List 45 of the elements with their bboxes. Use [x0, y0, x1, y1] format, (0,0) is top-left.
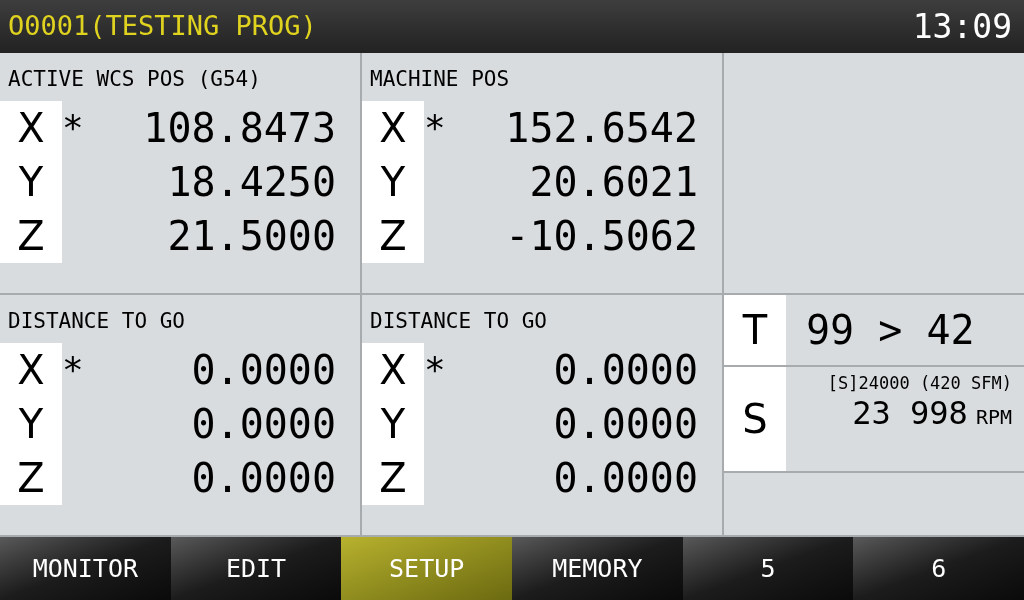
spindle-speed: 23 998 — [852, 395, 968, 431]
axis-value: 0.0000 — [191, 346, 336, 395]
axis-label: X — [16, 346, 46, 395]
axis-label: Y — [17, 158, 45, 207]
axis-label: X — [16, 104, 46, 153]
program-name: O0001(TESTING PROG) — [8, 9, 317, 44]
axis-value: 0.0000 — [191, 454, 336, 503]
axis-value: 152.6542 — [505, 104, 698, 153]
axis-value: 21.5000 — [167, 212, 336, 261]
tool-change: 99 > 42 — [805, 306, 975, 355]
panel-title: DISTANCE TO GO — [369, 308, 547, 335]
panel-title: DISTANCE TO GO — [7, 308, 185, 335]
active-axis-marker: * — [424, 106, 446, 150]
axis-label: Y — [17, 400, 45, 449]
axis-value: 0.0000 — [553, 454, 698, 503]
axis-value: 18.4250 — [167, 158, 336, 207]
softkey-button[interactable]: MONITOR — [0, 537, 171, 600]
axis-value: 20.6021 — [529, 158, 698, 207]
axis-label: Y — [379, 158, 407, 207]
axis-label: X — [378, 346, 408, 395]
axis-label: Z — [16, 212, 46, 261]
softkey-button[interactable]: MEMORY — [512, 537, 683, 600]
softkey-button[interactable]: 5 — [682, 537, 854, 600]
panel-title: ACTIVE WCS POS (G54) — [7, 66, 261, 93]
softkey-button[interactable]: EDIT — [170, 537, 342, 600]
axis-label: Y — [379, 400, 407, 449]
axis-value: 0.0000 — [553, 400, 698, 449]
panel-title: MACHINE POS — [369, 66, 510, 93]
spindle-command: [S]24000 (420 SFM) — [827, 372, 1012, 395]
axis-value: 0.0000 — [553, 346, 698, 395]
axis-value: 0.0000 — [191, 400, 336, 449]
active-axis-marker: * — [62, 106, 84, 150]
axis-label: Z — [378, 212, 408, 261]
active-axis-marker: * — [424, 348, 446, 392]
softkey-button[interactable]: 6 — [853, 537, 1024, 600]
axis-label: Z — [378, 454, 408, 503]
axis-label: Z — [16, 454, 46, 503]
tool-label: T — [724, 295, 786, 365]
spindle-label: S — [724, 367, 786, 471]
axis-value: -10.5062 — [505, 212, 698, 261]
axis-value: 108.8473 — [143, 104, 336, 153]
active-axis-marker: * — [62, 348, 84, 392]
spindle-unit: RPM — [975, 404, 1012, 431]
clock-time: 13:09 — [912, 5, 1013, 48]
axis-label: X — [378, 104, 408, 153]
